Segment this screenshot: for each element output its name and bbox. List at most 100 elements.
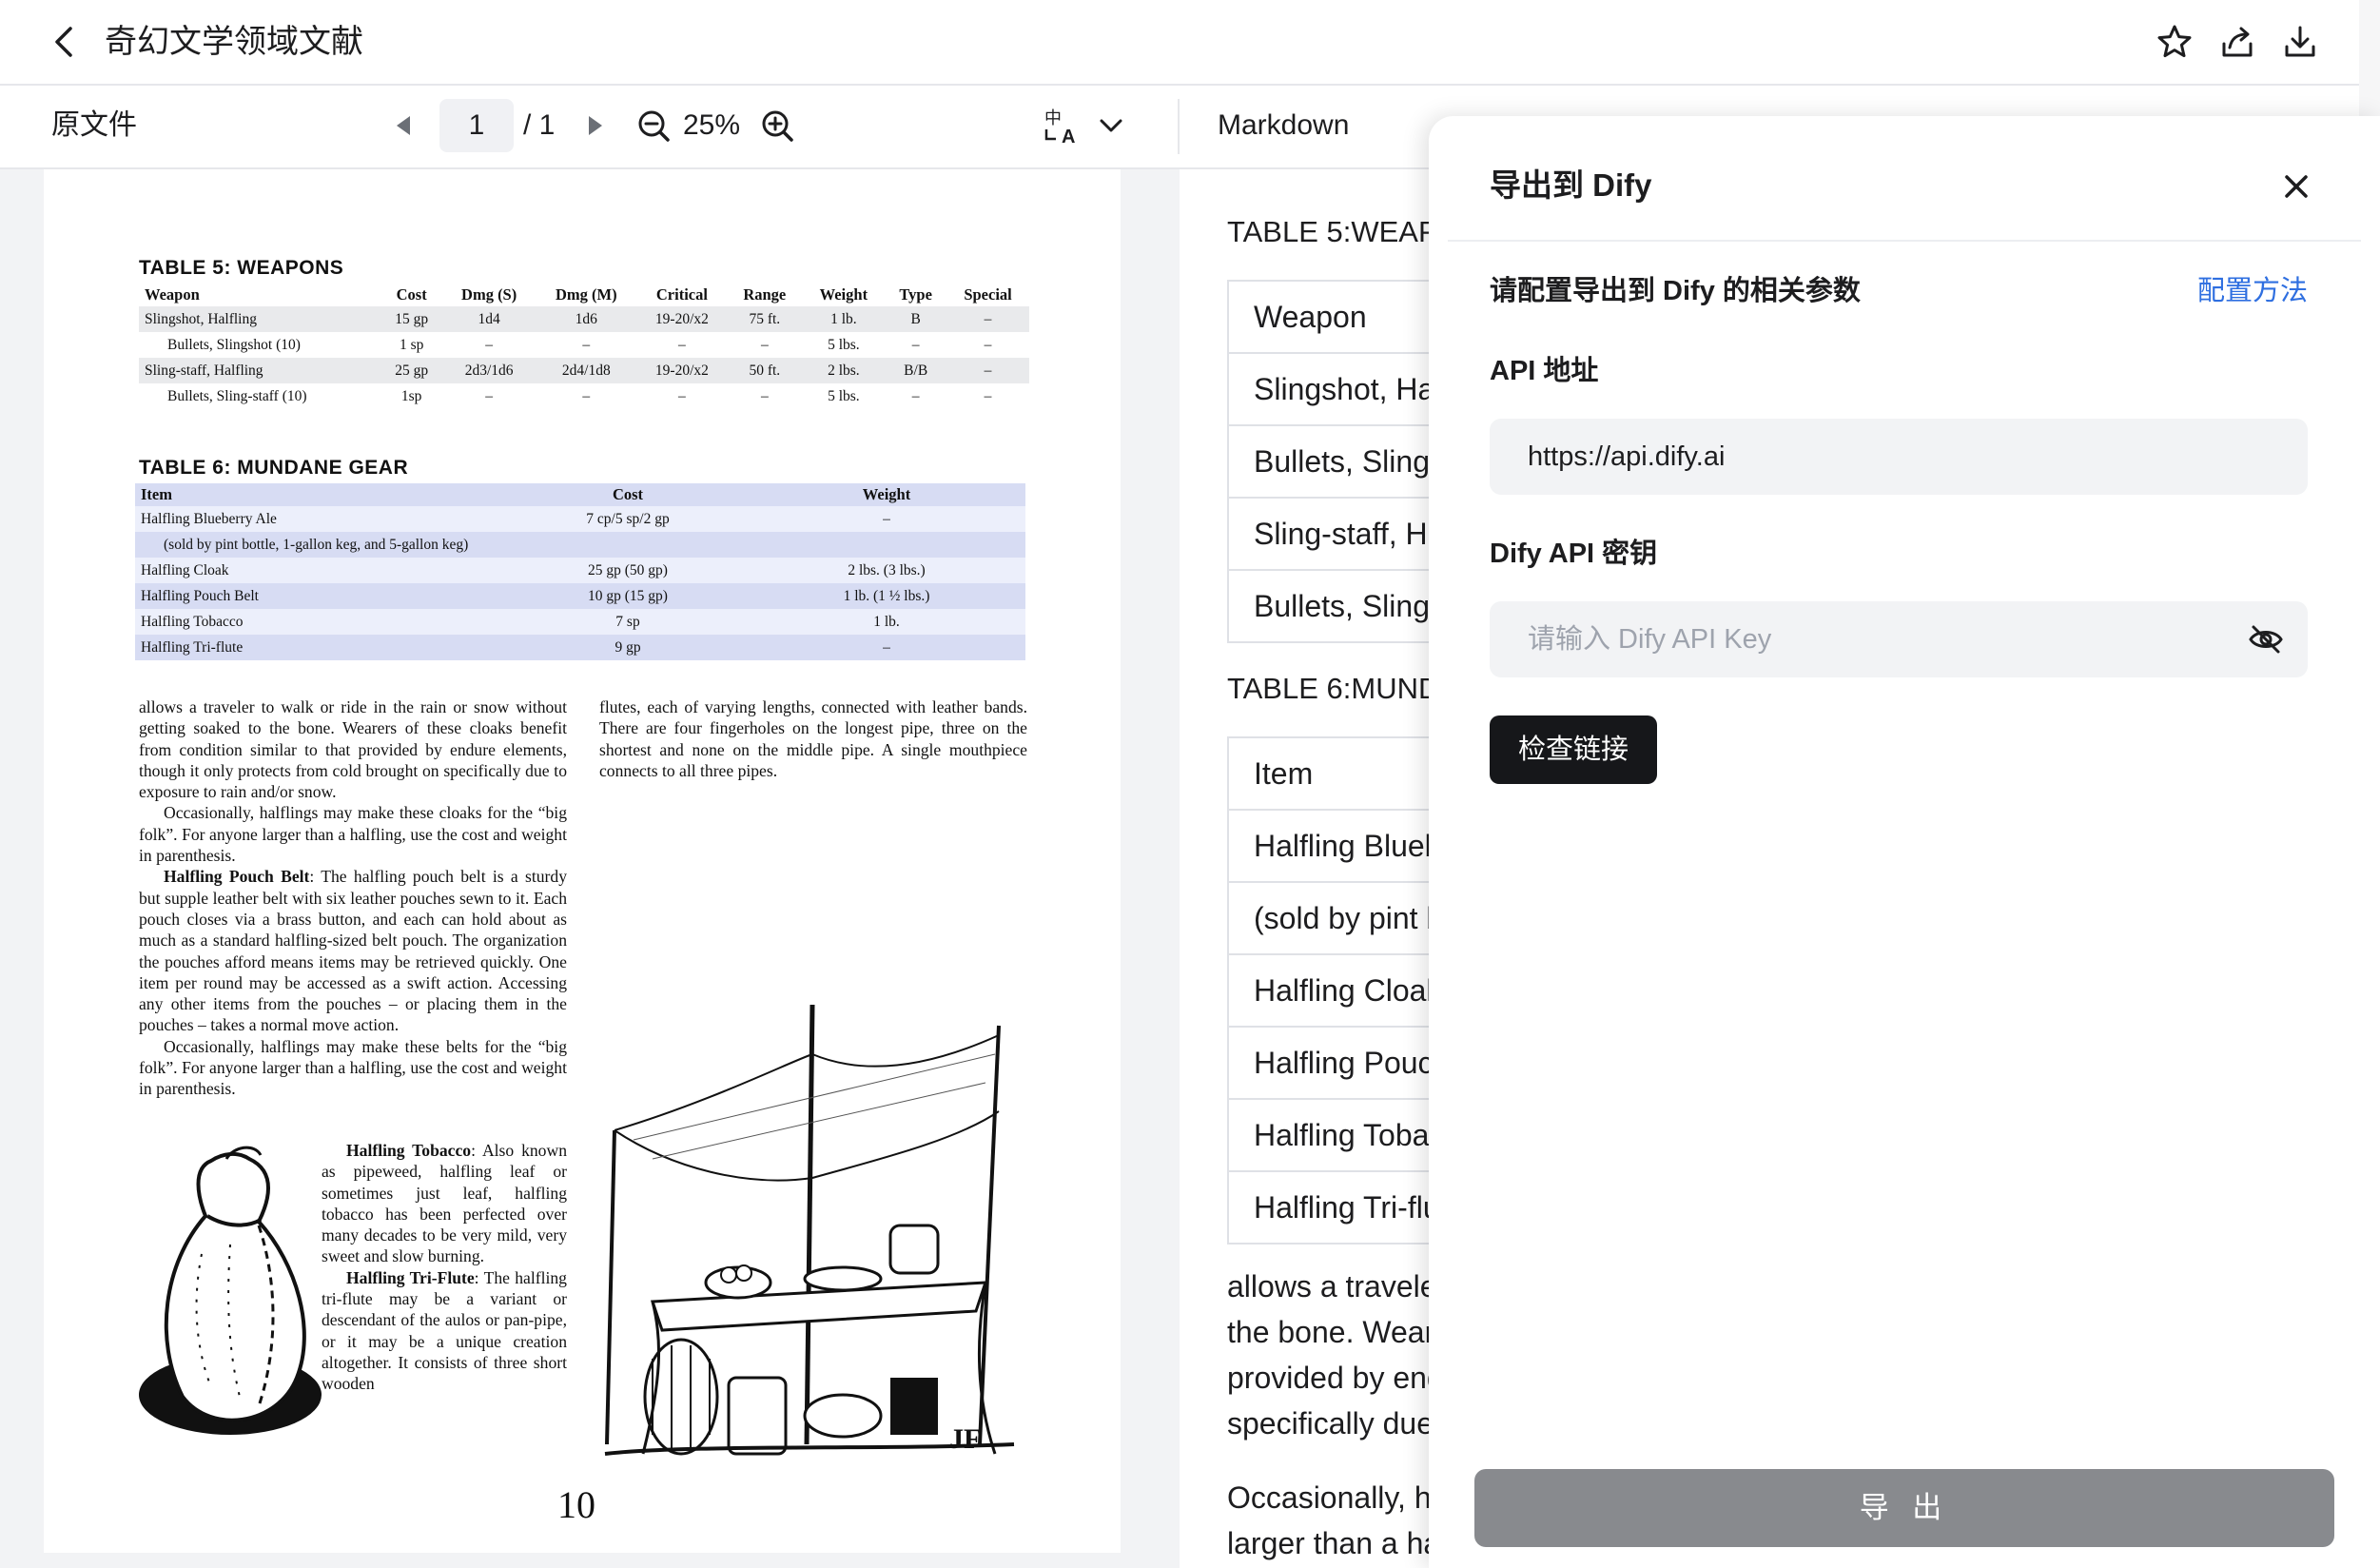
page-total: / 1 [523, 109, 556, 141]
table-cell: – [984, 387, 992, 404]
panel-divider [1448, 240, 2361, 242]
table-cell: Slingshot, Halfling [145, 310, 257, 327]
table-cell: – [760, 336, 769, 353]
text-column-left: allows a traveler to walk or ride in the… [139, 696, 567, 1100]
market-stall-illustration: JF [595, 997, 1024, 1473]
paragraph: Occasionally, halflings may make these c… [139, 803, 567, 866]
table-cell: 15 gp [395, 310, 429, 327]
page-number-input[interactable]: 1 [439, 99, 514, 152]
table-row: (sold by pint bottle, 1-gallon keg, and … [135, 532, 1025, 558]
svg-text:A: A [1062, 127, 1075, 147]
table-cell: – [883, 510, 890, 527]
pdf-page: TABLE 5: WEAPONS Weapon Cost Dmg (S) Dmg… [44, 169, 1121, 1553]
table-cell: – [984, 362, 992, 379]
table-header: Type [899, 285, 932, 304]
markdown-label[interactable]: Markdown [1218, 105, 1349, 147]
table-cell: – [678, 387, 686, 404]
table-cell: – [760, 387, 769, 404]
table-cell: 9 gp [615, 638, 641, 656]
chevron-down-icon[interactable] [1092, 105, 1130, 147]
export-dify-panel: 导出到 Dify 请配置导出到 Dify 的相关参数 配置方法 API 地址 h… [1429, 116, 2380, 1568]
share-icon[interactable] [2216, 21, 2258, 63]
table-cell: B [910, 310, 921, 327]
config-method-link[interactable]: 配置方法 [2197, 272, 2308, 310]
header-actions [2154, 21, 2321, 63]
table-cell: – [984, 310, 992, 327]
download-icon[interactable] [2279, 21, 2321, 63]
zoom-out-icon[interactable] [634, 105, 675, 147]
star-icon[interactable] [2154, 21, 2195, 63]
table-header: Item [141, 485, 172, 503]
table-cell: – [984, 336, 992, 353]
translate-icon[interactable]: 中A [1043, 103, 1084, 148]
table-cell: 19-20/x2 [654, 310, 709, 327]
prev-page-icon[interactable] [384, 105, 422, 147]
table-cell: 7 cp/5 sp/2 gp [586, 510, 670, 527]
table-header: Dmg (S) [461, 285, 517, 304]
api-key-label: Dify API 密钥 [1490, 539, 1658, 569]
table-cell: – [582, 387, 591, 404]
text-column-right: flutes, each of varying lengths, connect… [599, 696, 1027, 781]
document-title: 奇幻文学领域文献 [105, 24, 363, 60]
close-icon[interactable] [2275, 166, 2317, 207]
table-row: Bullets, Slingshot (10) 1 sp – – – – 5 l… [139, 332, 1029, 358]
table-cell: 1 lb. [873, 613, 900, 630]
table-row: Slingshot, Halfling 15 gp 1d4 1d6 19-20/… [139, 306, 1029, 332]
table-row: Sling-staff, Halfling 25 gp 2d3/1d6 2d4/… [139, 358, 1029, 383]
table-cell: Halfling Tri-flute [141, 638, 244, 656]
table-cell: 25 gp (50 gp) [588, 561, 668, 578]
table-cell: 1sp [400, 387, 422, 404]
table-header-row: Item Cost Weight [135, 483, 1025, 506]
zoom-level: 25% [683, 109, 741, 141]
table-header: Dmg (M) [555, 285, 617, 304]
paragraph: Halfling Tri-Flute: The halfling tri-flu… [322, 1267, 567, 1395]
table-cell: 2 lbs. [828, 362, 860, 379]
table-cell: – [485, 387, 493, 404]
table-cell: 7 sp [615, 613, 640, 630]
paragraph-heading: Halfling Pouch Belt [164, 867, 310, 887]
table-cell: Halfling Pouch Belt [141, 587, 259, 604]
table-cell: 5 lbs. [828, 387, 860, 404]
export-button[interactable]: 导 出 [1474, 1469, 2334, 1547]
api-url-field[interactable]: https://api.dify.ai [1490, 419, 2308, 495]
original-file-label: 原文件 [51, 109, 137, 141]
table-cell: Sling-staff, Halfling [145, 362, 263, 379]
check-link-button[interactable]: 检查链接 [1490, 715, 1657, 784]
table-header: Special [964, 285, 1012, 304]
table6-title: TABLE 6: MUNDANE GEAR [139, 457, 409, 479]
eye-off-icon[interactable] [2245, 618, 2287, 660]
table-header: Weight [819, 285, 868, 304]
paragraph: Occasionally, halflings may make these b… [139, 1036, 567, 1099]
page-number: 10 [557, 1483, 595, 1526]
paragraph-heading: Halfling Tri-Flute [346, 1267, 475, 1287]
paragraph: Halfling Pouch Belt: The halfling pouch … [139, 866, 567, 1035]
next-page-icon[interactable] [576, 105, 615, 147]
table-cell: 2d3/1d6 [464, 362, 514, 379]
paragraph-text: : The halfling pouch belt is a sturdy bu… [139, 867, 567, 1035]
table-row: Halfling Blueberry Ale 7 cp/5 sp/2 gp – [135, 506, 1025, 532]
table-cell: 19-20/x2 [654, 362, 709, 379]
back-arrow-icon[interactable] [44, 21, 86, 63]
table-row: Halfling Cloak 25 gp (50 gp) 2 lbs. (3 l… [135, 558, 1025, 583]
table-cell: 1d4 [478, 310, 500, 327]
api-key-field[interactable]: 请输入 Dify API Key [1490, 601, 2308, 677]
table-header-row: Weapon Cost Dmg (S) Dmg (M) Critical Ran… [139, 284, 1029, 306]
paragraph: flutes, each of varying lengths, connect… [599, 697, 1027, 780]
table-row: Halfling Tri-flute 9 gp – [135, 635, 1025, 660]
table-cell: 1 sp [399, 336, 424, 353]
zoom-in-icon[interactable] [757, 105, 799, 147]
table-header: Critical [655, 285, 708, 304]
table-header: Cost [612, 485, 644, 503]
table-cell: 25 gp [395, 362, 429, 379]
table-row: Halfling Pouch Belt 10 gp (15 gp) 1 lb. … [135, 583, 1025, 609]
table-header: Cost [396, 285, 427, 304]
paragraph-heading: Halfling Tobacco [346, 1141, 472, 1160]
table-cell: 1 lb. [830, 310, 857, 327]
table-header: Range [743, 285, 787, 304]
table-cell: (sold by pint bottle, 1-gallon keg, and … [164, 536, 469, 553]
svg-text:中: 中 [1044, 108, 1062, 128]
api-key-placeholder: 请输入 Dify API Key [1528, 624, 1772, 655]
table-cell: – [678, 336, 686, 353]
top-bar: 奇幻文学领域文献 [0, 0, 2359, 86]
table-cell: 50 ft. [749, 362, 781, 379]
